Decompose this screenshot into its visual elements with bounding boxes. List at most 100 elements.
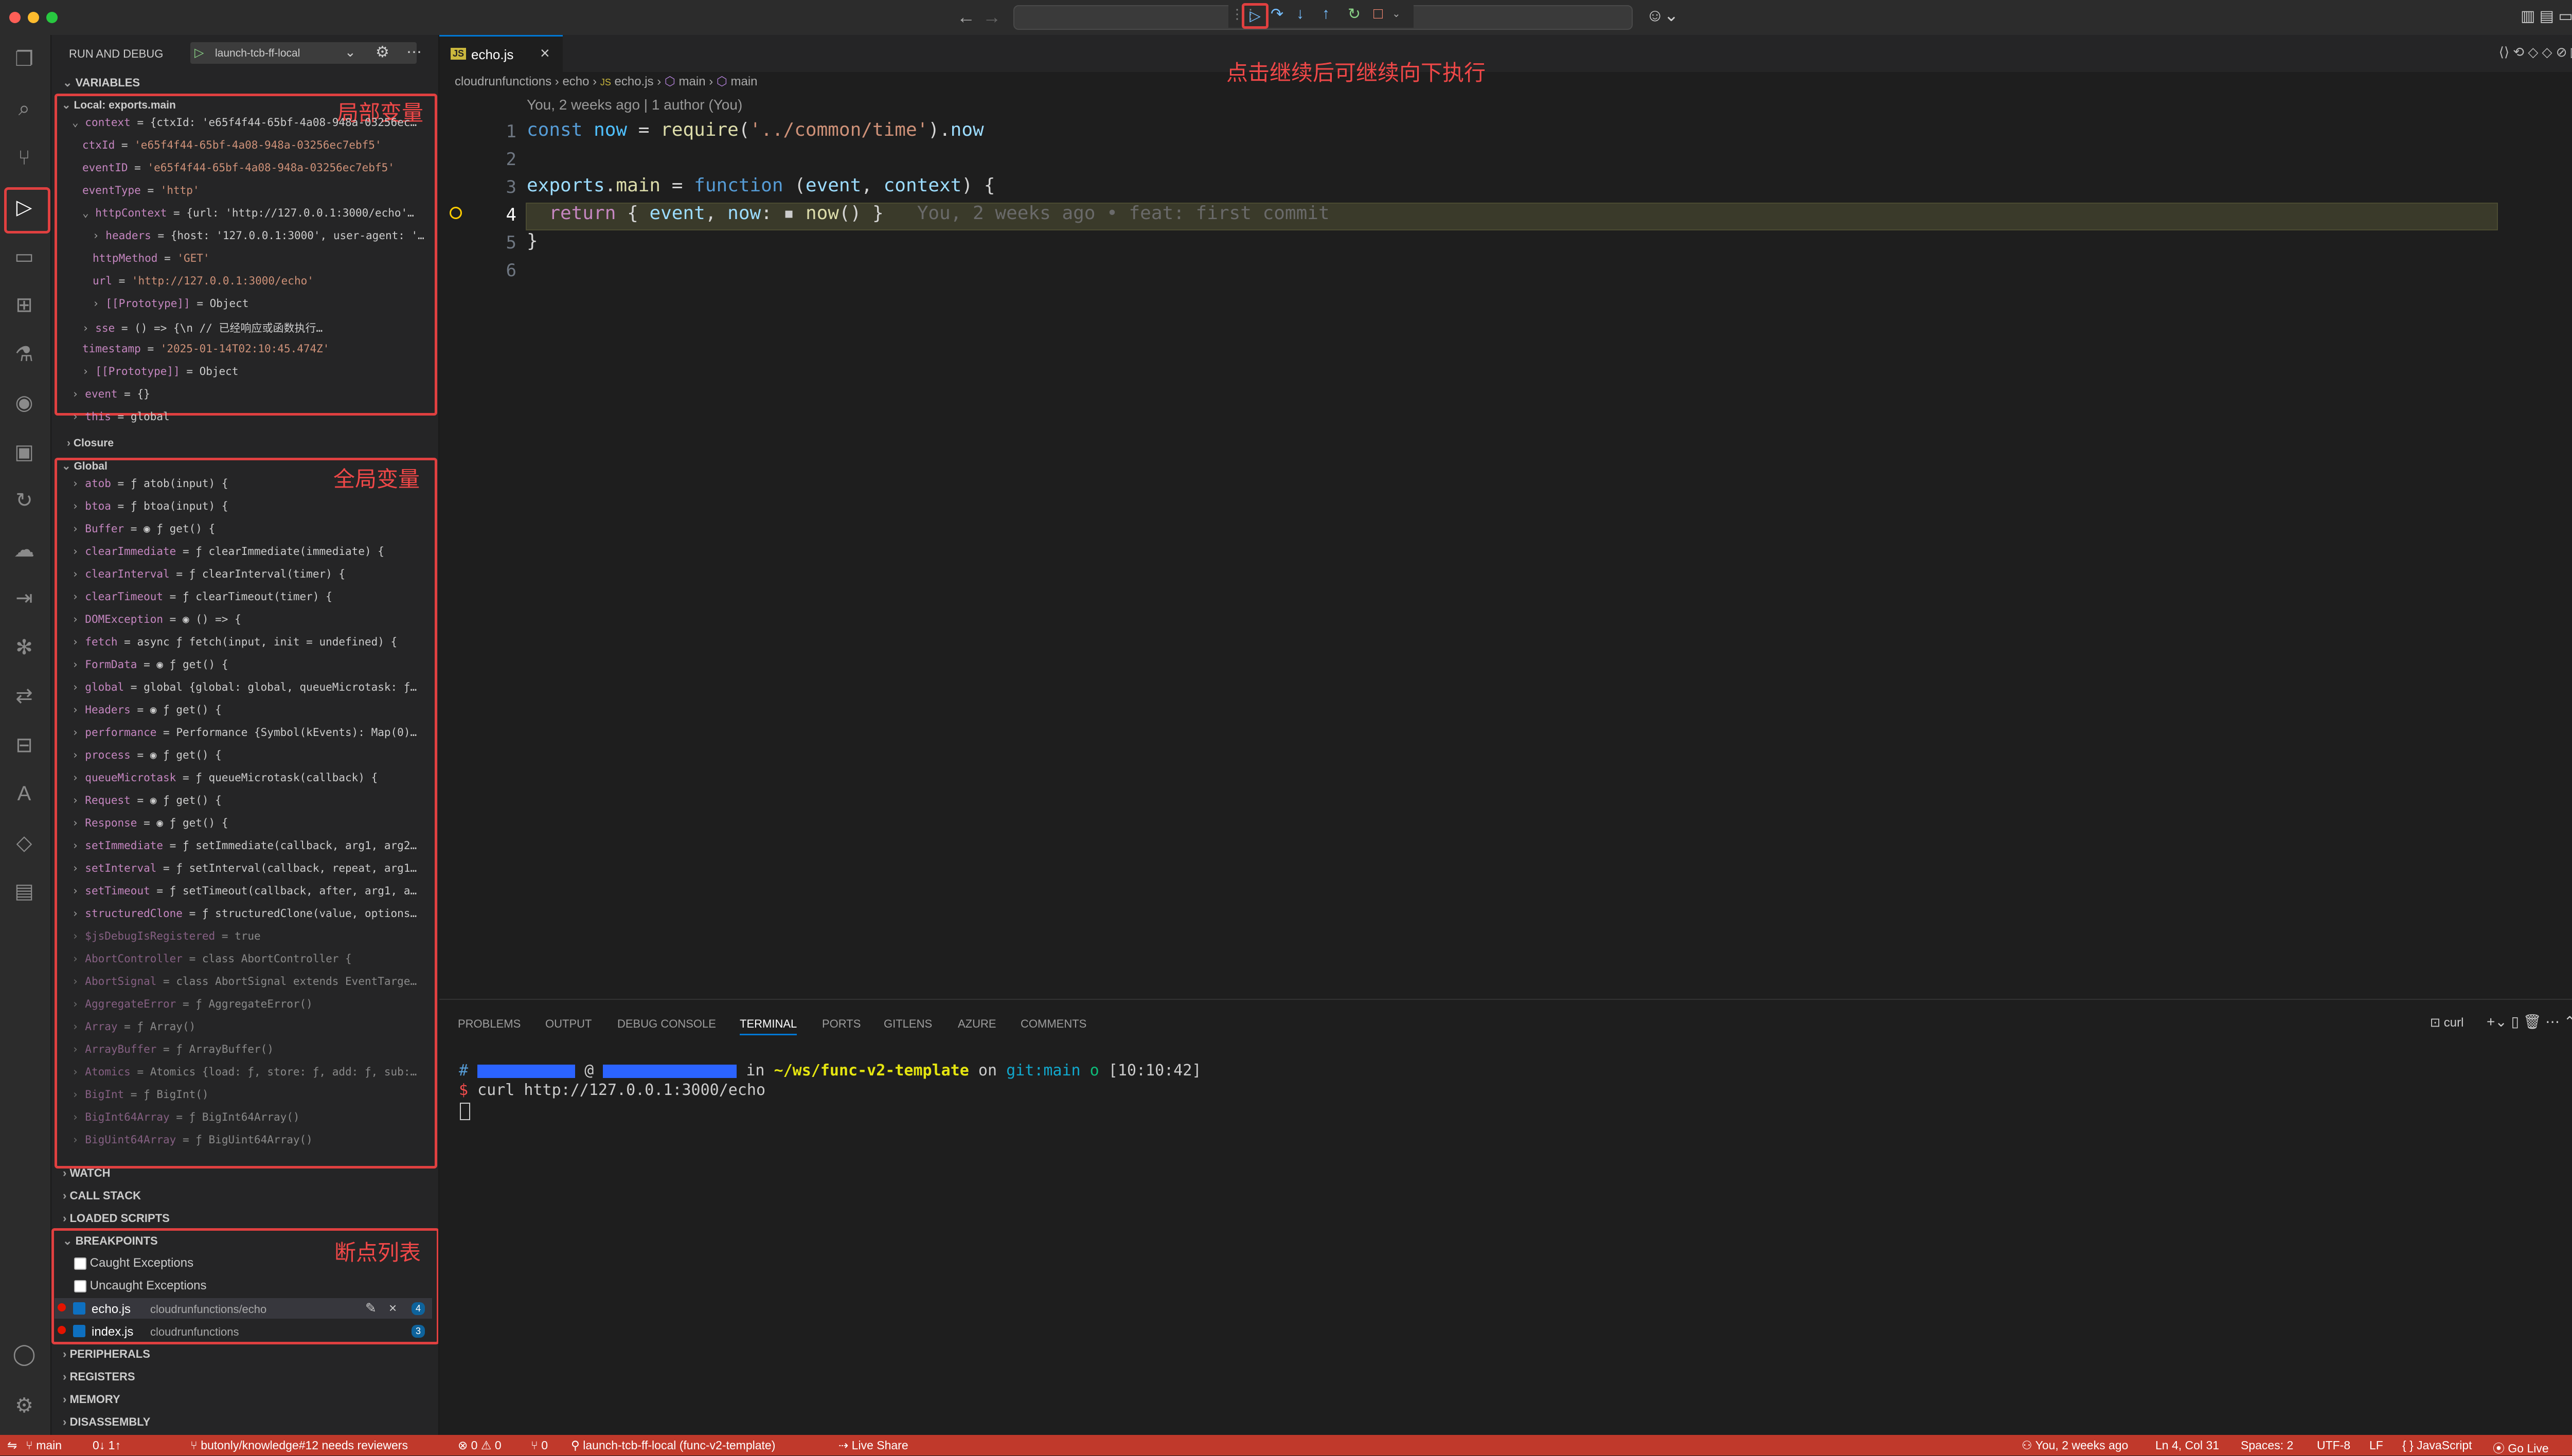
grid-icon[interactable]: ⊟ xyxy=(11,732,37,758)
layout-icons[interactable]: ▥ ▤ ▭ ▦ xyxy=(2521,7,2572,25)
caught-checkbox[interactable] xyxy=(74,1257,86,1270)
watch-header[interactable]: › WATCH xyxy=(63,1166,110,1180)
local-scope-header[interactable]: ⌄ Local: exports.main xyxy=(62,99,176,112)
variable-row[interactable]: › fetch = async ƒ fetch(input, init = un… xyxy=(72,636,432,648)
variable-row[interactable]: › this = global xyxy=(72,410,432,423)
go-live-item[interactable]: ⦿ Go Live xyxy=(2493,1439,2549,1456)
step-out-icon[interactable]: ↑ xyxy=(1322,5,1330,23)
stop-icon[interactable]: □ xyxy=(1373,5,1383,23)
variable-row[interactable]: › clearTimeout = ƒ clearTimeout(timer) { xyxy=(72,590,432,603)
branch-item[interactable]: ⑂ main xyxy=(26,1439,62,1452)
variable-row[interactable]: › queueMicrotask = ƒ queueMicrotask(call… xyxy=(72,771,432,784)
tab-gitlens[interactable]: GITLENS xyxy=(884,1017,932,1031)
variables-header[interactable]: ⌄ VARIABLES xyxy=(63,76,140,89)
problems-item[interactable]: ⊗ 0 ⚠ 0 xyxy=(458,1439,502,1452)
source-control-icon[interactable]: ⑂ xyxy=(11,145,37,171)
tab-comments[interactable]: COMMENTS xyxy=(1021,1017,1086,1031)
breakpoint-checkbox[interactable] xyxy=(73,1302,85,1315)
bug-icon[interactable]: ✻ xyxy=(11,635,37,660)
share-icon[interactable]: ⇄ xyxy=(11,683,37,709)
minimap[interactable] xyxy=(2497,77,2564,139)
testing-icon[interactable]: ⚗ xyxy=(11,341,37,367)
variable-row[interactable]: eventType = 'http' xyxy=(82,184,432,196)
back-icon[interactable]: ← xyxy=(957,6,975,28)
blame-item[interactable]: ⚇ You, 2 weeks ago xyxy=(2022,1439,2128,1452)
account-icon[interactable]: ◯ xyxy=(11,1341,37,1367)
caught-exceptions-row[interactable]: Caught Exceptions xyxy=(74,1256,193,1270)
tab-azure[interactable]: AZURE xyxy=(958,1017,996,1031)
code-editor[interactable]: cloudrunfunctions › echo › JS echo.js › … xyxy=(439,61,2572,998)
variable-row[interactable]: httpMethod = 'GET' xyxy=(93,252,432,264)
settings-gear-icon[interactable]: ⚙ xyxy=(11,1393,37,1418)
restart-icon[interactable]: ↻ xyxy=(1348,5,1361,23)
api-icon[interactable]: ▤ xyxy=(11,878,37,904)
variable-row[interactable]: › BigInt = ƒ BigInt() xyxy=(72,1088,432,1101)
variable-row[interactable]: › AbortController = class AbortControlle… xyxy=(72,952,432,965)
variable-row[interactable]: › [[Prototype]] = Object xyxy=(82,365,432,378)
terminal-selector[interactable]: ⊡ curl xyxy=(2430,1015,2463,1030)
remote-icon[interactable]: ⇋ xyxy=(7,1439,17,1452)
variable-row[interactable]: eventID = 'e65f4f44-65bf-4a08-948a-03256… xyxy=(82,161,432,174)
azure-icon[interactable]: A xyxy=(11,781,37,806)
variable-row[interactable]: › Request = ◉ ƒ get() { xyxy=(72,794,432,806)
variable-row[interactable]: ⌄ context = {ctxId: 'e65f4f44-65bf-4a08-… xyxy=(72,116,432,129)
variable-row[interactable]: › process = ◉ ƒ get() { xyxy=(72,749,432,761)
breadcrumb[interactable]: cloudrunfunctions › echo › JS echo.js › … xyxy=(455,74,758,89)
variable-row[interactable]: › headers = {host: '127.0.0.1:3000', use… xyxy=(93,229,432,242)
close-icon[interactable]: × xyxy=(540,44,550,63)
disassembly-header[interactable]: › DISASSEMBLY xyxy=(63,1415,150,1429)
paused-breakpoint-icon[interactable] xyxy=(450,207,462,219)
variable-row[interactable]: › [[Prototype]] = Object xyxy=(93,297,432,310)
indentation[interactable]: Spaces: 2 xyxy=(2241,1439,2293,1452)
pr-item[interactable]: ⑂ butonly/knowledge#12 needs reviewers xyxy=(190,1439,408,1452)
peripherals-header[interactable]: › PERIPHERALS xyxy=(63,1347,150,1361)
variable-row[interactable]: › performance = Performance {Symbol(kEve… xyxy=(72,726,432,739)
continue-icon[interactable]: ▷ xyxy=(1242,3,1269,29)
uncaught-exceptions-row[interactable]: Uncaught Exceptions xyxy=(74,1279,206,1293)
live-share-item[interactable]: ⇢ Live Share xyxy=(838,1439,908,1452)
editor-actions[interactable]: ⟨⟩ ⟲ ◇ ◇ ⊘ ▷ ⊞ ⋯ xyxy=(2499,44,2572,60)
variable-row[interactable]: › structuredClone = ƒ structuredClone(va… xyxy=(72,907,432,920)
variable-row[interactable]: › setImmediate = ƒ setImmediate(callback… xyxy=(72,839,432,852)
tab-terminal[interactable]: TERMINAL xyxy=(740,1017,797,1035)
gear-icon[interactable]: ⚙ xyxy=(376,43,389,61)
breakpoint-checkbox[interactable] xyxy=(73,1325,85,1337)
call-stack-header[interactable]: › CALL STACK xyxy=(63,1189,141,1202)
ports-item[interactable]: ⑂ 0 xyxy=(531,1439,548,1452)
run-debug-icon[interactable]: ▷ xyxy=(11,194,37,220)
close-icon[interactable]: × xyxy=(389,1300,397,1316)
variable-row[interactable]: › clearInterval = ƒ clearInterval(timer)… xyxy=(72,568,432,580)
terminal-actions[interactable]: +⌄ ▯ 🗑 ⋯ ⌃ × xyxy=(2487,1013,2572,1030)
tab-ports[interactable]: PORTS xyxy=(822,1017,861,1031)
play-icon[interactable]: ▷ xyxy=(194,45,204,60)
tab-output[interactable]: OUTPUT xyxy=(545,1017,592,1031)
variable-row[interactable]: › $jsDebugIsRegistered = true xyxy=(72,930,432,942)
edit-icon[interactable]: ✎ xyxy=(365,1300,377,1316)
variable-row[interactable]: › FormData = ◉ ƒ get() { xyxy=(72,658,432,671)
more-actions-icon[interactable]: ⋯ xyxy=(406,43,422,61)
tab-problems[interactable]: PROBLEMS xyxy=(458,1017,521,1031)
inline-blame[interactable]: You, 2 weeks ago • feat: first commit xyxy=(917,203,1330,224)
breakpoints-header[interactable]: ⌄ BREAKPOINTS xyxy=(63,1234,158,1248)
variable-row[interactable]: › BigInt64Array = ƒ BigInt64Array() xyxy=(72,1111,432,1123)
tab-echo-js[interactable]: JS echo.js × xyxy=(439,35,563,74)
variable-row[interactable]: › setTimeout = ƒ setTimeout(callback, af… xyxy=(72,885,432,897)
forward-icon[interactable]: → xyxy=(983,6,1001,28)
timeline-icon[interactable]: ↻ xyxy=(11,488,37,513)
tab-debug-console[interactable]: DEBUG CONSOLE xyxy=(617,1017,716,1031)
variable-row[interactable]: ⌄ httpContext = {url: 'http://127.0.0.1:… xyxy=(82,207,432,219)
variable-row[interactable]: › event = {} xyxy=(72,388,432,400)
extensions-icon[interactable]: ⊞ xyxy=(11,292,37,318)
variable-row[interactable]: › DOMException = ◉ () => { xyxy=(72,613,432,625)
variable-row[interactable]: › ArrayBuffer = ƒ ArrayBuffer() xyxy=(72,1043,432,1055)
variable-row[interactable]: url = 'http://127.0.0.1:3000/echo' xyxy=(93,275,432,287)
deploy-icon[interactable]: ⇥ xyxy=(11,585,37,611)
variable-row[interactable]: › AggregateError = ƒ AggregateError() xyxy=(72,998,432,1010)
variable-row[interactable]: timestamp = '2025-01-14T02:10:45.474Z' xyxy=(82,343,432,355)
docker-icon[interactable]: ▣ xyxy=(11,439,37,465)
variable-row[interactable]: › Buffer = ◉ ƒ get() { xyxy=(72,523,432,535)
variable-row[interactable]: › btoa = ƒ btoa(input) { xyxy=(72,500,432,512)
chevron-down-icon[interactable]: ⌄ xyxy=(1392,7,1401,20)
registers-header[interactable]: › REGISTERS xyxy=(63,1370,135,1383)
variable-row[interactable]: › AbortSignal = class AbortSignal extend… xyxy=(72,975,432,987)
